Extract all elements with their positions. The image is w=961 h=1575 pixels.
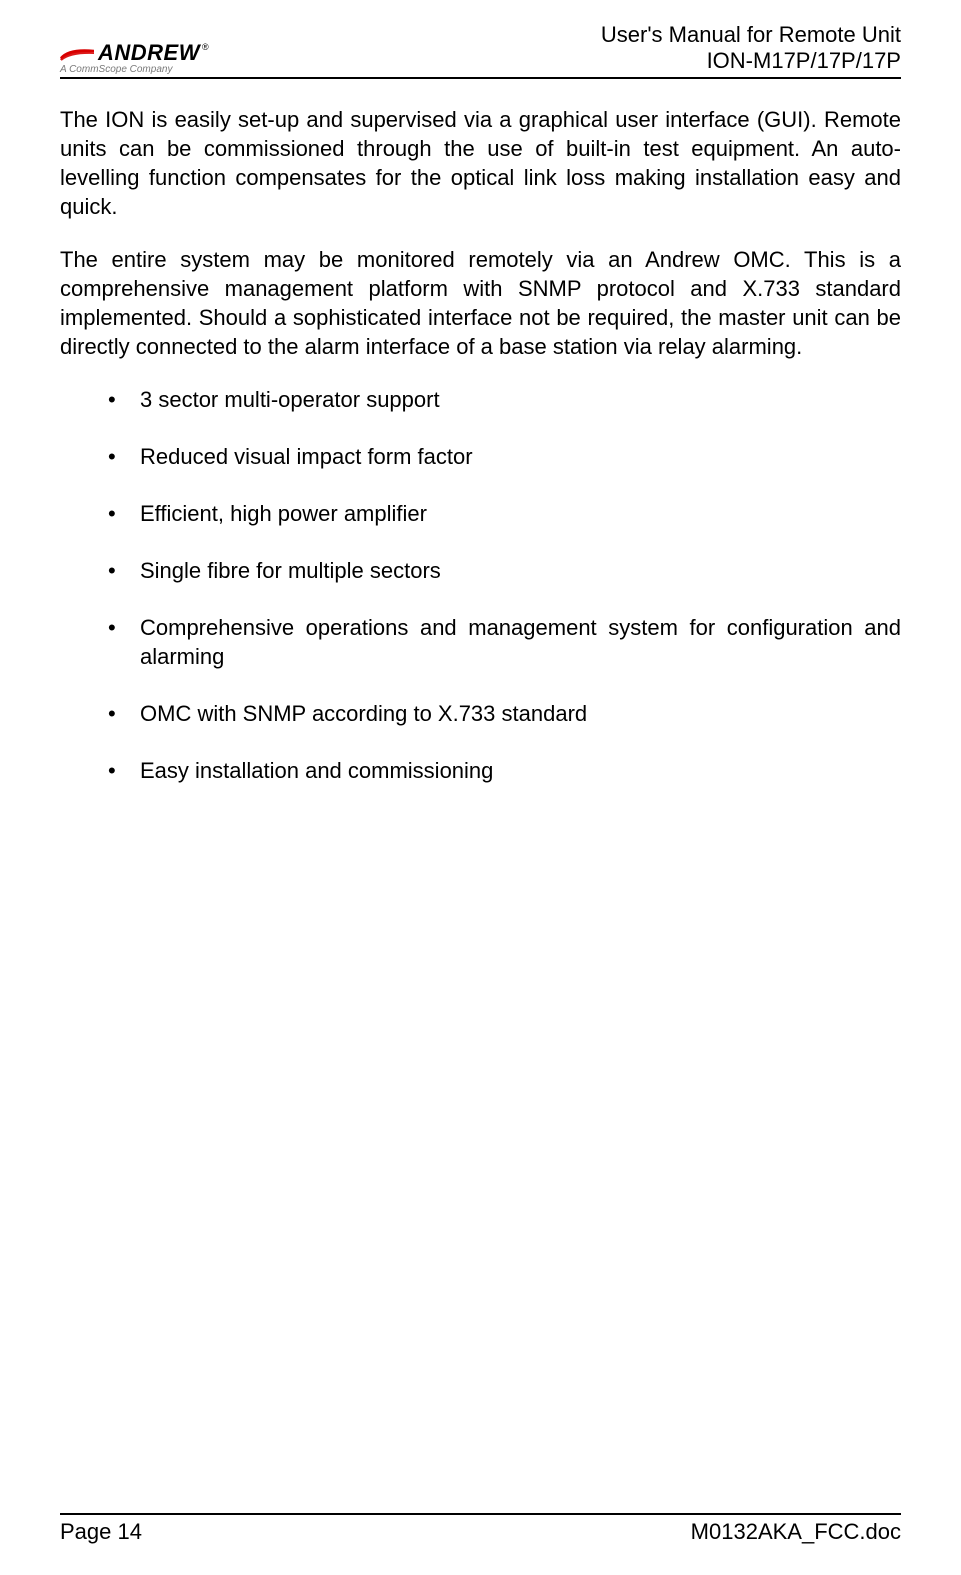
brand-swoosh-icon <box>60 47 94 61</box>
list-item: 3 sector multi-operator support <box>108 385 901 414</box>
brand-logo: ANDREW ® A CommScope Company <box>60 40 209 77</box>
brand-registered-icon: ® <box>202 42 209 52</box>
list-item: Comprehensive operations and management … <box>108 613 901 671</box>
header-title-block: User's Manual for Remote Unit ION-M17P/1… <box>601 22 901 77</box>
paragraph-2: The entire system may be monitored remot… <box>60 245 901 361</box>
page-footer: Page 14 M0132AKA_FCC.doc <box>60 1513 901 1545</box>
page-header: ANDREW ® A CommScope Company User's Manu… <box>60 22 901 79</box>
paragraph-1: The ION is easily set-up and supervised … <box>60 105 901 221</box>
list-item: Reduced visual impact form factor <box>108 442 901 471</box>
page-body: The ION is easily set-up and supervised … <box>60 105 901 1513</box>
brand-logo-top: ANDREW ® <box>60 40 209 66</box>
brand-name: ANDREW <box>98 40 200 66</box>
list-item: OMC with SNMP according to X.733 standar… <box>108 699 901 728</box>
header-title-line2: ION-M17P/17P/17P <box>601 48 901 74</box>
header-title-line1: User's Manual for Remote Unit <box>601 22 901 48</box>
document-filename: M0132AKA_FCC.doc <box>691 1519 901 1545</box>
document-page: ANDREW ® A CommScope Company User's Manu… <box>0 0 961 1575</box>
page-number: Page 14 <box>60 1519 142 1545</box>
list-item: Single fibre for multiple sectors <box>108 556 901 585</box>
feature-list: 3 sector multi-operator support Reduced … <box>60 385 901 785</box>
brand-tagline: A CommScope Company <box>60 64 172 75</box>
list-item: Easy installation and commissioning <box>108 756 901 785</box>
list-item: Efficient, high power amplifier <box>108 499 901 528</box>
